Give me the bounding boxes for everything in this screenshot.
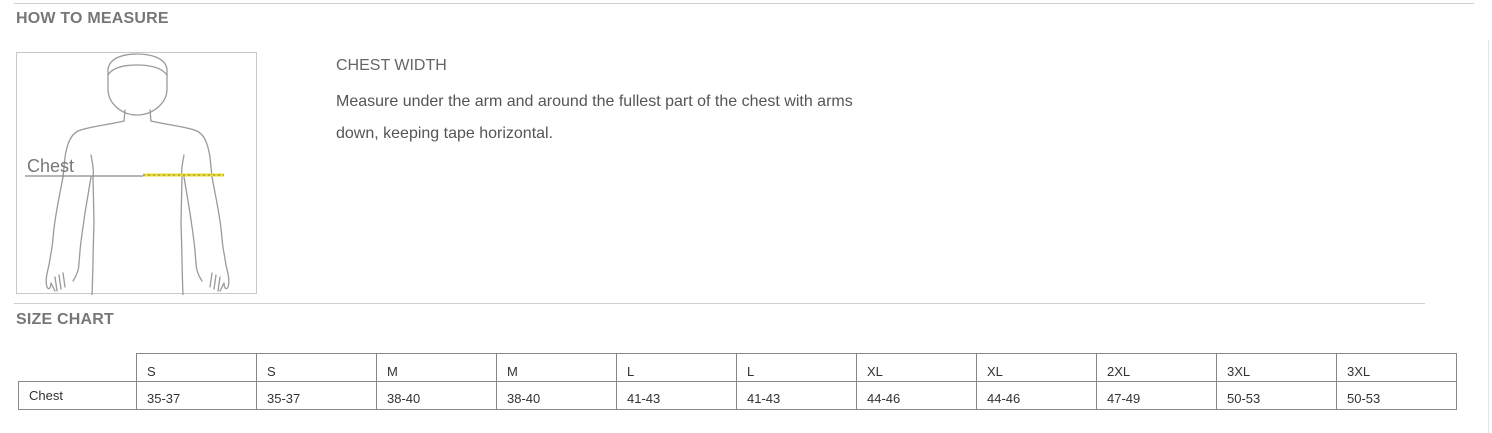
row-label: Chest — [18, 381, 137, 410]
size-chart-table: S S M M L L XL XL 2XL 3XL 3XL Chest 35-3… — [18, 353, 1457, 410]
measurement-cell: 50-53 — [1216, 381, 1337, 410]
size-chart-heading: SIZE CHART — [16, 311, 114, 328]
measurement-cell: 35-37 — [256, 381, 377, 410]
size-header-cell: S — [256, 353, 377, 382]
size-header-cell: 3XL — [1216, 353, 1337, 382]
size-header-cell: L — [736, 353, 857, 382]
header-corner-cell — [18, 353, 137, 382]
measurement-cell: 38-40 — [496, 381, 617, 410]
measure-title: CHEST WIDTH — [336, 57, 447, 74]
size-header-cell: M — [496, 353, 617, 382]
body-diagram: Chest — [16, 52, 257, 295]
measure-instructions: Measure under the arm and around the ful… — [336, 93, 853, 142]
size-header-cell: 2XL — [1096, 353, 1217, 382]
chest-figure-label: Chest — [27, 156, 74, 176]
section-divider — [14, 303, 1425, 304]
size-header-cell: XL — [976, 353, 1097, 382]
top-divider — [14, 3, 1474, 4]
measurement-cell: 38-40 — [376, 381, 497, 410]
measurement-cell: 50-53 — [1336, 381, 1457, 410]
size-header-cell: XL — [856, 353, 977, 382]
how-to-measure-heading: HOW TO MEASURE — [16, 10, 169, 27]
measurement-cell: 41-43 — [736, 381, 857, 410]
measurement-cell: 35-37 — [136, 381, 257, 410]
measurement-cell: 47-49 — [1096, 381, 1217, 410]
scroll-edge-line — [1488, 40, 1489, 433]
measurement-cell: 44-46 — [856, 381, 977, 410]
body-outline-illustration: Chest — [25, 53, 230, 295]
size-header-cell: S — [136, 353, 257, 382]
measurement-cell: 44-46 — [976, 381, 1097, 410]
size-header-cell: 3XL — [1336, 353, 1457, 382]
size-header-row: S S M M L L XL XL 2XL 3XL 3XL — [18, 353, 1457, 382]
size-header-cell: L — [616, 353, 737, 382]
size-header-cell: M — [376, 353, 497, 382]
measurement-cell: 41-43 — [616, 381, 737, 410]
table-row: Chest 35-37 35-37 38-40 38-40 41-43 41-4… — [18, 381, 1457, 410]
